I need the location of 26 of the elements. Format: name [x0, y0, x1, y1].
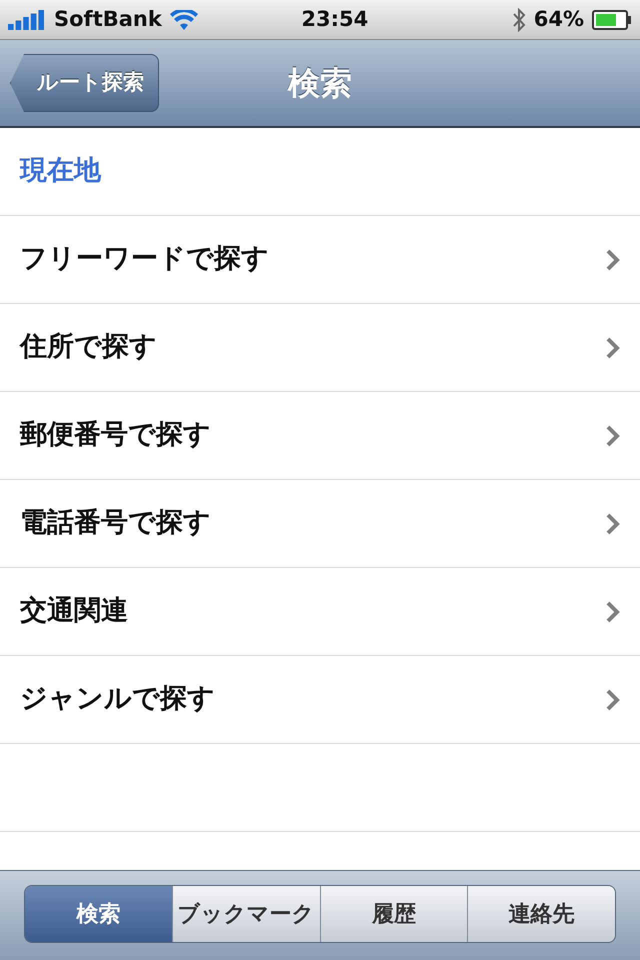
list-item[interactable]: 交通関連: [0, 568, 640, 656]
segment-tab[interactable]: 連絡先: [468, 886, 615, 942]
carrier-name: SoftBank: [54, 6, 162, 33]
list-item[interactable]: フリーワードで探す: [0, 216, 640, 304]
chevron-icon: [606, 336, 620, 358]
battery-icon: [592, 10, 632, 30]
list-item[interactable]: 現在地: [0, 128, 640, 216]
chevron-icon: [606, 424, 620, 446]
status-time: 23:54: [300, 6, 370, 33]
signal-icon: [8, 10, 46, 30]
chevron-icon: [606, 248, 620, 270]
bluetooth-icon: [512, 8, 526, 32]
list-item[interactable]: 郵便番号で探す: [0, 392, 640, 480]
list-item[interactable]: 住所で探す: [0, 304, 640, 392]
battery-percent: 64%: [534, 6, 584, 33]
chevron-icon: [606, 512, 620, 534]
list-item[interactable]: ジャンルで探す: [0, 656, 640, 744]
wifi-icon: [170, 10, 198, 30]
segment-tab[interactable]: 履歴: [320, 886, 468, 942]
list-item[interactable]: 電話番号で探す: [0, 480, 640, 568]
chevron-icon: [606, 688, 620, 710]
back-button[interactable]: ルート探索: [10, 54, 159, 112]
nav-title: 検索: [288, 63, 352, 104]
segment-tab[interactable]: ブックマーク: [172, 886, 320, 942]
chevron-icon: [606, 600, 620, 622]
segment-tab[interactable]: 検索: [25, 886, 173, 942]
